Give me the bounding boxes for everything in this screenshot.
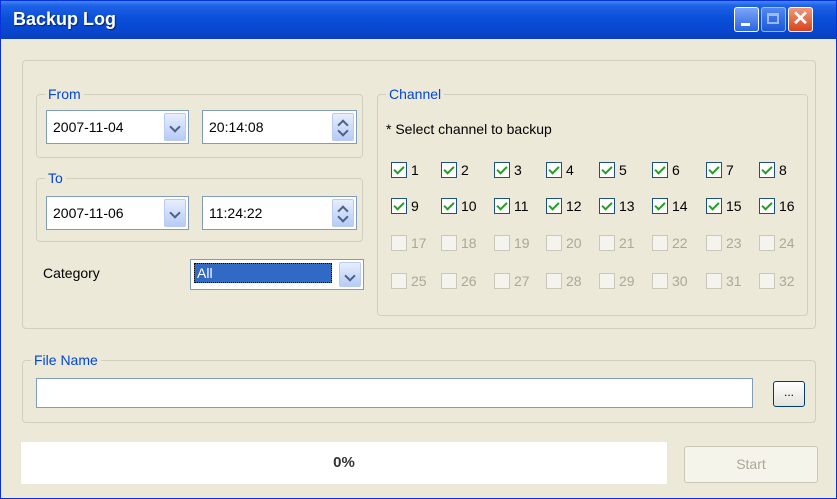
checkbox-icon[interactable] [441,235,457,251]
category-label: Category [43,265,100,281]
checkbox-icon[interactable] [599,162,615,178]
channel-number: 21 [619,235,635,251]
checkbox-icon[interactable] [391,235,407,251]
to-date-value: 2007-11-06 [53,205,124,221]
close-button[interactable]: ✕ [788,7,813,32]
channel-number: 24 [779,235,795,251]
checkbox-icon[interactable] [706,273,722,289]
channel-number: 6 [672,162,680,178]
chevron-down-icon[interactable] [339,262,361,287]
category-select[interactable]: All [190,259,364,290]
checkbox-icon[interactable] [494,273,510,289]
checkbox-icon[interactable] [706,198,722,214]
start-button[interactable]: Start [684,446,818,483]
checkbox-icon[interactable] [494,162,510,178]
channel-number: 32 [779,273,795,289]
channel-number: 25 [411,273,427,289]
checkbox-icon[interactable] [599,273,615,289]
checkbox-icon[interactable] [599,235,615,251]
checkbox-icon[interactable] [494,198,510,214]
checkbox-icon[interactable] [546,273,562,289]
file-name-label: File Name [31,352,101,368]
file-name-input[interactable] [36,378,753,408]
title-bar[interactable]: Backup Log ✕ [1,1,836,39]
from-label: From [45,86,84,102]
checkbox-icon[interactable] [652,235,668,251]
backup-log-window: Backup Log ✕ From 2007-11-04 20:14:08 To… [0,0,837,499]
channel-hint: * Select channel to backup [386,121,552,137]
checkbox-icon[interactable] [546,235,562,251]
checkbox-icon[interactable] [391,273,407,289]
channel-number: 13 [619,198,635,214]
channel-number: 27 [514,273,530,289]
channel-number: 15 [726,198,742,214]
from-date-picker[interactable]: 2007-11-04 [46,110,189,144]
channel-number: 2 [461,162,469,178]
close-icon: ✕ [792,8,809,30]
channel-number: 22 [672,235,688,251]
channel-number: 10 [461,198,477,214]
browse-button[interactable]: ... [773,381,805,407]
channel-number: 8 [779,162,787,178]
checkbox-icon[interactable] [759,273,775,289]
channel-number: 19 [514,235,530,251]
channel-number: 28 [566,273,582,289]
channel-number: 17 [411,235,427,251]
window-title: Backup Log [13,9,117,29]
progress-text: 0% [333,454,355,471]
checkbox-icon[interactable] [759,162,775,178]
minimize-button[interactable] [734,7,759,32]
checkbox-icon[interactable] [494,235,510,251]
channel-number: 20 [566,235,582,251]
checkbox-icon[interactable] [441,273,457,289]
channel-number: 29 [619,273,635,289]
channel-number: 18 [461,235,477,251]
checkbox-icon[interactable] [599,198,615,214]
channel-number: 1 [411,162,419,178]
channel-number: 23 [726,235,742,251]
channel-number: 4 [566,162,574,178]
checkbox-icon[interactable] [759,198,775,214]
channel-number: 30 [672,273,688,289]
to-time-field[interactable]: 11:24:22 [202,196,357,230]
chevron-down-icon[interactable] [164,113,186,141]
from-time-field[interactable]: 20:14:08 [202,110,357,144]
channel-number: 9 [411,198,419,214]
checkbox-icon[interactable] [441,198,457,214]
channel-number: 3 [514,162,522,178]
checkbox-icon[interactable] [652,273,668,289]
to-time-value: 11:24:22 [209,205,263,221]
checkbox-icon[interactable] [652,198,668,214]
checkbox-icon[interactable] [652,162,668,178]
channel-number: 14 [672,198,688,214]
checkbox-icon[interactable] [391,162,407,178]
chevron-down-icon[interactable] [164,199,186,227]
checkbox-icon[interactable] [759,235,775,251]
checkbox-icon[interactable] [546,162,562,178]
channel-label: Channel [386,86,445,102]
from-date-value: 2007-11-04 [53,119,124,135]
category-value: All [194,263,332,283]
checkbox-icon[interactable] [441,162,457,178]
channel-number: 26 [461,273,477,289]
channel-number: 12 [566,198,582,214]
progress-bar: 0% [21,442,667,484]
from-time-value: 20:14:08 [209,119,264,135]
checkbox-icon[interactable] [546,198,562,214]
from-time-spinner[interactable] [332,113,354,141]
channel-number: 16 [779,198,795,214]
to-label: To [45,170,66,186]
maximize-button[interactable] [761,7,786,32]
channel-number: 7 [726,162,734,178]
to-date-picker[interactable]: 2007-11-06 [46,196,189,230]
checkbox-icon[interactable] [706,162,722,178]
to-time-spinner[interactable] [332,199,354,227]
checkbox-icon[interactable] [391,198,407,214]
channel-number: 11 [514,198,529,214]
channel-number: 31 [726,273,742,289]
channel-number: 5 [619,162,627,178]
checkbox-icon[interactable] [706,235,722,251]
